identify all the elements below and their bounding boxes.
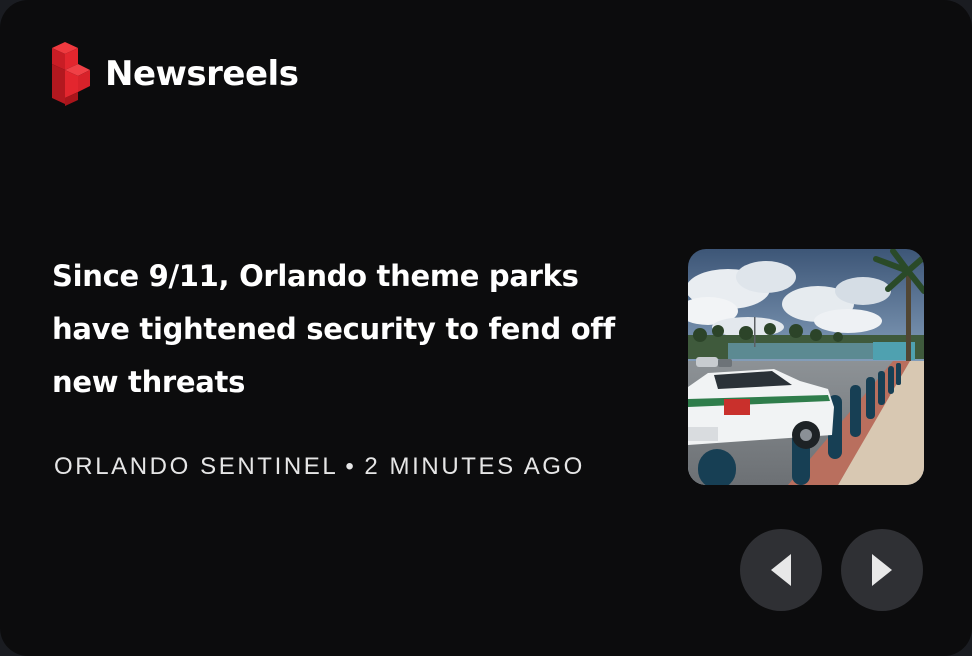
chevron-right-icon (872, 554, 892, 586)
meta-separator: • (345, 453, 357, 480)
news-card[interactable]: Newsreels Since 9/11, Orlando theme park… (0, 0, 972, 656)
article-thumbnail[interactable] (688, 249, 924, 485)
chevron-left-icon (771, 554, 791, 586)
next-button[interactable] (841, 529, 923, 611)
article-headline[interactable]: Since 9/11, Orlando theme parks have tig… (52, 250, 652, 409)
article-time: 2 MINUTES AGO (364, 453, 585, 480)
article-meta: ORLANDO SENTINEL • 2 MINUTES AGO (54, 452, 585, 482)
brand-header: Newsreels (52, 40, 299, 106)
newsreels-logo-icon (52, 42, 90, 106)
prev-button[interactable] (740, 529, 822, 611)
article-source: ORLANDO SENTINEL (54, 453, 339, 480)
brand-name: Newsreels (105, 54, 299, 94)
